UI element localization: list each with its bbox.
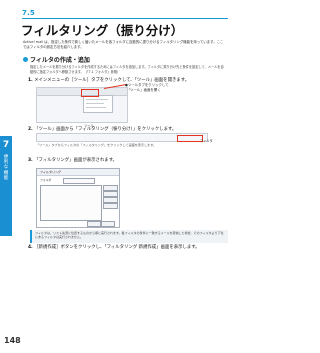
chapter-tab [0,136,12,236]
section-number: 7.5 [22,9,36,17]
step-number: 1. [28,78,33,83]
step-number: 3. [28,158,33,163]
page-title: フィルタリング（振り分け） [21,23,184,38]
dialog-cancel-button [101,221,115,227]
filter-list [40,185,102,221]
step-3: 3. 「フィルタリング」画面が表示されます。 [28,158,117,163]
step-2-note: 「ツール」タブからフィルタの「フィルタリング」をクリックして画面を表示します。 [36,143,157,147]
folder-select [63,177,95,184]
subheading: フィルタの作成・追加 [23,55,90,64]
screenshot-main-menu [36,87,128,123]
filtering-dialog-screenshot: フィルタリング フォルダ [36,168,120,228]
info-text: フィルタは、リスト先頭に位置するものから順に実行されます。各フィルタの条件に一致… [35,231,224,240]
step-text: ［新規作成］ボタンをクリックし、「フィルタリング 新規作成」画面を表示します。 [34,245,200,250]
highlight-tools-tab [81,88,99,97]
section-rule [22,18,228,19]
step-text: 「ツール」画面から「フィルタリング（振り分け）」をクリックします。 [34,127,177,132]
dialog-button [103,203,118,209]
step-text: 「フィルタリング」画面が表示されます。 [34,158,118,163]
step-number: 2. [28,127,33,132]
page-number: 148 [4,336,21,345]
dialog-folder-label: フォルダ [40,178,52,182]
screenshot-tools-screen [36,133,208,142]
step-2: 2. 「ツール」画面から「フィルタリング（振り分け）」をクリックします。 [28,127,176,132]
subheading-text: フィルタの作成・追加 [30,57,90,64]
step-4: 4. ［新規作成］ボタンをクリックし、「フィルタリング 新規作成」画面を表示しま… [28,245,200,250]
chapter-label: 便利な機能 [3,155,9,181]
bullet-icon [23,57,28,62]
intro-paragraph: Active! mail は、指定した条件で新しく届いたメールを各フォルダに自動… [23,40,224,49]
chapter-number: 7 [2,140,10,150]
subheading-note: 指定したメールを振り分けるフィルタを作成するためにはフィルタを追加します。フィル… [30,65,224,74]
callout-tools-tab: ●ツールタブをクリックして 「ツール」画面を開く [125,83,169,92]
dialog-title: フィルタリング [40,170,61,175]
step-number: 4. [28,245,33,250]
dialog-ok-button [87,221,101,227]
dropdown-panel [83,95,113,113]
